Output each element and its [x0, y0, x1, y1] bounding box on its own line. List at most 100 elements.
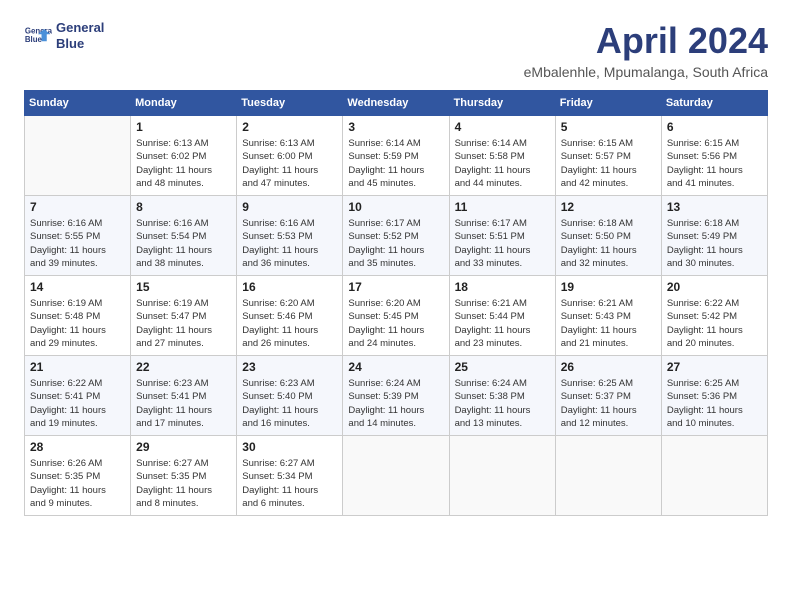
day-detail: Sunrise: 6:23 AM Sunset: 5:40 PM Dayligh…	[242, 377, 337, 430]
calendar-cell: 27 Sunrise: 6:25 AM Sunset: 5:36 PM Dayli…	[661, 356, 767, 436]
day-number: 19	[561, 280, 656, 294]
calendar-header-row: SundayMondayTuesdayWednesdayThursdayFrid…	[25, 91, 768, 116]
calendar-cell	[555, 436, 661, 516]
calendar-cell: 17Sunrise: 6:20 AM Sunset: 5:45 PM Dayli…	[343, 276, 449, 356]
day-detail: Sunrise: 6:27 AM Sunset: 5:35 PM Dayligh…	[136, 457, 231, 510]
day-detail: Sunrise: 6:25 AM Sunset: 5:36 PM Dayligh…	[667, 377, 762, 430]
calendar-week-row: 14 Sunrise: 6:19 AM Sunset: 5:48 PM Dayli…	[25, 276, 768, 356]
calendar-cell: 16 Sunrise: 6:20 AM Sunset: 5:46 PM Dayli…	[237, 276, 343, 356]
calendar-cell: 13 Sunrise: 6:18 AM Sunset: 5:49 PM Dayli…	[661, 196, 767, 276]
calendar-cell	[449, 436, 555, 516]
day-detail: Sunrise: 6:21 AM Sunset: 5:43 PM Dayligh…	[561, 297, 656, 350]
calendar-cell: 10Sunrise: 6:17 AM Sunset: 5:52 PM Dayli…	[343, 196, 449, 276]
day-detail: Sunrise: 6:16 AM Sunset: 5:54 PM Dayligh…	[136, 217, 231, 270]
day-detail: Sunrise: 6:21 AM Sunset: 5:44 PM Dayligh…	[455, 297, 550, 350]
day-number: 25	[455, 360, 550, 374]
calendar-cell: 8 Sunrise: 6:16 AM Sunset: 5:54 PM Daylig…	[131, 196, 237, 276]
calendar-cell: 24 Sunrise: 6:24 AM Sunset: 5:39 PM Dayli…	[343, 356, 449, 436]
calendar-cell	[661, 436, 767, 516]
day-number: 8	[136, 200, 231, 214]
svg-text:Blue: Blue	[25, 35, 43, 44]
calendar-cell: 21Sunrise: 6:22 AM Sunset: 5:41 PM Dayli…	[25, 356, 131, 436]
month-title: April 2024	[524, 20, 768, 62]
calendar-cell: 20Sunrise: 6:22 AM Sunset: 5:42 PM Dayli…	[661, 276, 767, 356]
day-detail: Sunrise: 6:14 AM Sunset: 5:59 PM Dayligh…	[348, 137, 443, 190]
weekday-header: Thursday	[449, 91, 555, 116]
logo-icon: General Blue	[24, 22, 52, 50]
day-number: 16	[242, 280, 337, 294]
day-detail: Sunrise: 6:20 AM Sunset: 5:46 PM Dayligh…	[242, 297, 337, 350]
day-number: 27	[667, 360, 762, 374]
day-number: 7	[30, 200, 125, 214]
day-number: 6	[667, 120, 762, 134]
calendar-cell: 5 Sunrise: 6:15 AM Sunset: 5:57 PM Daylig…	[555, 116, 661, 196]
calendar-table: SundayMondayTuesdayWednesdayThursdayFrid…	[24, 90, 768, 516]
day-detail: Sunrise: 6:26 AM Sunset: 5:35 PM Dayligh…	[30, 457, 125, 510]
day-number: 23	[242, 360, 337, 374]
weekday-header: Friday	[555, 91, 661, 116]
day-detail: Sunrise: 6:18 AM Sunset: 5:50 PM Dayligh…	[561, 217, 656, 270]
calendar-cell	[25, 116, 131, 196]
day-number: 13	[667, 200, 762, 214]
calendar-cell: 9Sunrise: 6:16 AM Sunset: 5:53 PM Daylig…	[237, 196, 343, 276]
day-number: 4	[455, 120, 550, 134]
logo: General Blue General Blue	[24, 20, 104, 51]
day-detail: Sunrise: 6:13 AM Sunset: 6:02 PM Dayligh…	[136, 137, 231, 190]
calendar-week-row: 28 Sunrise: 6:26 AM Sunset: 5:35 PM Dayli…	[25, 436, 768, 516]
day-number: 28	[30, 440, 125, 454]
calendar-cell: 3 Sunrise: 6:14 AM Sunset: 5:59 PM Daylig…	[343, 116, 449, 196]
calendar-week-row: 1Sunrise: 6:13 AM Sunset: 6:02 PM Daylig…	[25, 116, 768, 196]
day-number: 3	[348, 120, 443, 134]
calendar-cell: 1Sunrise: 6:13 AM Sunset: 6:02 PM Daylig…	[131, 116, 237, 196]
day-detail: Sunrise: 6:19 AM Sunset: 5:47 PM Dayligh…	[136, 297, 231, 350]
calendar-cell: 19 Sunrise: 6:21 AM Sunset: 5:43 PM Dayli…	[555, 276, 661, 356]
day-number: 26	[561, 360, 656, 374]
day-detail: Sunrise: 6:22 AM Sunset: 5:42 PM Dayligh…	[667, 297, 762, 350]
day-detail: Sunrise: 6:23 AM Sunset: 5:41 PM Dayligh…	[136, 377, 231, 430]
day-number: 9	[242, 200, 337, 214]
day-detail: Sunrise: 6:17 AM Sunset: 5:52 PM Dayligh…	[348, 217, 443, 270]
weekday-header: Monday	[131, 91, 237, 116]
day-detail: Sunrise: 6:24 AM Sunset: 5:39 PM Dayligh…	[348, 377, 443, 430]
day-detail: Sunrise: 6:17 AM Sunset: 5:51 PM Dayligh…	[455, 217, 550, 270]
day-detail: Sunrise: 6:15 AM Sunset: 5:56 PM Dayligh…	[667, 137, 762, 190]
calendar-cell: 28 Sunrise: 6:26 AM Sunset: 5:35 PM Dayli…	[25, 436, 131, 516]
day-number: 5	[561, 120, 656, 134]
weekday-header: Saturday	[661, 91, 767, 116]
day-number: 11	[455, 200, 550, 214]
day-detail: Sunrise: 6:13 AM Sunset: 6:00 PM Dayligh…	[242, 137, 337, 190]
day-number: 15	[136, 280, 231, 294]
calendar-cell: 7 Sunrise: 6:16 AM Sunset: 5:55 PM Daylig…	[25, 196, 131, 276]
weekday-header: Wednesday	[343, 91, 449, 116]
calendar-cell: 12 Sunrise: 6:18 AM Sunset: 5:50 PM Dayli…	[555, 196, 661, 276]
page-header: General Blue General Blue April 2024 eMb…	[24, 20, 768, 80]
calendar-cell: 14 Sunrise: 6:19 AM Sunset: 5:48 PM Dayli…	[25, 276, 131, 356]
calendar-body: 1Sunrise: 6:13 AM Sunset: 6:02 PM Daylig…	[25, 116, 768, 516]
day-detail: Sunrise: 6:24 AM Sunset: 5:38 PM Dayligh…	[455, 377, 550, 430]
day-detail: Sunrise: 6:18 AM Sunset: 5:49 PM Dayligh…	[667, 217, 762, 270]
calendar-cell: 2 Sunrise: 6:13 AM Sunset: 6:00 PM Daylig…	[237, 116, 343, 196]
day-detail: Sunrise: 6:14 AM Sunset: 5:58 PM Dayligh…	[455, 137, 550, 190]
day-number: 12	[561, 200, 656, 214]
day-detail: Sunrise: 6:16 AM Sunset: 5:55 PM Dayligh…	[30, 217, 125, 270]
day-number: 14	[30, 280, 125, 294]
day-number: 30	[242, 440, 337, 454]
day-detail: Sunrise: 6:19 AM Sunset: 5:48 PM Dayligh…	[30, 297, 125, 350]
calendar-cell: 30 Sunrise: 6:27 AM Sunset: 5:34 PM Dayli…	[237, 436, 343, 516]
day-number: 24	[348, 360, 443, 374]
day-number: 18	[455, 280, 550, 294]
day-detail: Sunrise: 6:15 AM Sunset: 5:57 PM Dayligh…	[561, 137, 656, 190]
day-detail: Sunrise: 6:25 AM Sunset: 5:37 PM Dayligh…	[561, 377, 656, 430]
calendar-cell: 6 Sunrise: 6:15 AM Sunset: 5:56 PM Daylig…	[661, 116, 767, 196]
title-area: April 2024 eMbalenhle, Mpumalanga, South…	[524, 20, 768, 80]
weekday-header: Tuesday	[237, 91, 343, 116]
day-detail: Sunrise: 6:27 AM Sunset: 5:34 PM Dayligh…	[242, 457, 337, 510]
calendar-cell: 25 Sunrise: 6:24 AM Sunset: 5:38 PM Dayli…	[449, 356, 555, 436]
calendar-cell: 11 Sunrise: 6:17 AM Sunset: 5:51 PM Dayli…	[449, 196, 555, 276]
calendar-cell: 18 Sunrise: 6:21 AM Sunset: 5:44 PM Dayli…	[449, 276, 555, 356]
calendar-cell: 22Sunrise: 6:23 AM Sunset: 5:41 PM Dayli…	[131, 356, 237, 436]
calendar-cell: 15 Sunrise: 6:19 AM Sunset: 5:47 PM Dayli…	[131, 276, 237, 356]
day-number: 2	[242, 120, 337, 134]
day-detail: Sunrise: 6:22 AM Sunset: 5:41 PM Dayligh…	[30, 377, 125, 430]
calendar-cell: 23 Sunrise: 6:23 AM Sunset: 5:40 PM Dayli…	[237, 356, 343, 436]
